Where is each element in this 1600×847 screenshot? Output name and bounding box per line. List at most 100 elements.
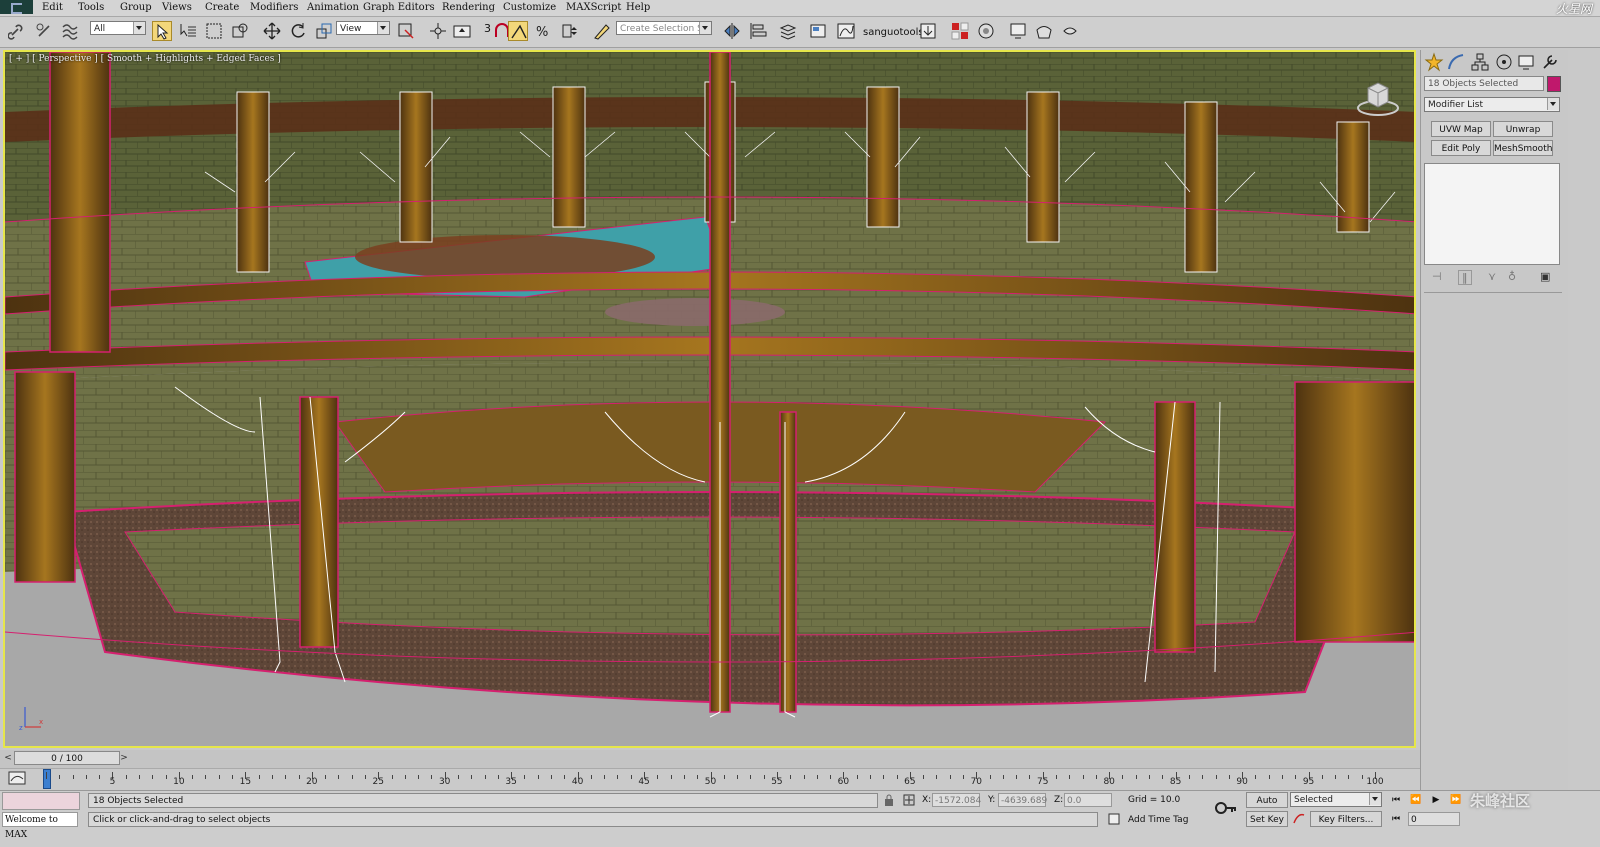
svg-text:z: z: [19, 724, 23, 732]
modifier-list-dropdown[interactable]: Modifier List: [1424, 97, 1560, 112]
set-key-button[interactable]: Set Key: [1246, 811, 1288, 827]
custom-toolbar-label[interactable]: sanguotools: [863, 27, 924, 38]
set-key-icon[interactable]: [1214, 798, 1238, 818]
ref-coord-dropdown[interactable]: View: [336, 21, 390, 35]
utilities-tab-icon[interactable]: [1540, 52, 1560, 72]
angle-snap-icon[interactable]: [508, 21, 528, 41]
remove-modifier-icon[interactable]: ♁: [1508, 270, 1516, 283]
lock-selection-icon[interactable]: [882, 793, 896, 807]
z-coord-field[interactable]: 0.0: [1064, 793, 1112, 807]
viewcube-icon[interactable]: [1356, 78, 1400, 118]
rotate-icon[interactable]: [288, 21, 308, 41]
menu-modifiers[interactable]: Modifiers: [250, 1, 298, 14]
y-coord-field[interactable]: -4639.689: [998, 793, 1047, 807]
menu-edit[interactable]: Edit: [42, 1, 63, 14]
edit-named-selection-icon[interactable]: [592, 21, 612, 41]
menu-customize[interactable]: Customize: [503, 1, 556, 14]
object-color-swatch[interactable]: [1547, 76, 1561, 92]
key-filters-button[interactable]: Key Filters...: [1310, 811, 1382, 827]
maxscript-mini-listener[interactable]: [2, 792, 80, 810]
transform-mode-icon[interactable]: [902, 793, 916, 807]
viewport-label[interactable]: [ + ] [ Perspective ] [ Smooth + Highlig…: [9, 54, 281, 64]
menu-create[interactable]: Create: [205, 1, 239, 14]
edit-poly-button[interactable]: Edit Poly: [1431, 140, 1491, 156]
keyboard-shortcut-icon[interactable]: [452, 21, 472, 41]
add-time-tag[interactable]: Add Time Tag: [1128, 815, 1188, 825]
menu-maxscript[interactable]: MAXScript: [566, 1, 621, 14]
make-unique-icon[interactable]: ⋎: [1488, 270, 1496, 283]
quick-render-icon[interactable]: [1034, 21, 1054, 41]
default-tangent-icon[interactable]: [1292, 811, 1306, 825]
rect-selection-icon[interactable]: [204, 21, 224, 41]
app-menu-icon[interactable]: [0, 0, 33, 14]
menu-graph-editors[interactable]: Graph Editors: [363, 1, 435, 14]
bind-spacewarp-icon[interactable]: [60, 21, 80, 41]
scale-icon[interactable]: [314, 21, 334, 41]
time-tag-icon[interactable]: [1108, 813, 1120, 825]
percent-snap-icon[interactable]: %: [534, 21, 554, 41]
next-frame-arrow[interactable]: >: [118, 751, 130, 765]
select-manipulate-icon[interactable]: [428, 21, 448, 41]
material-editor-icon[interactable]: [950, 21, 970, 41]
curve-editor-icon[interactable]: [836, 21, 856, 41]
render-frame-icon[interactable]: [1008, 21, 1028, 41]
modifier-stack-list[interactable]: [1424, 163, 1560, 265]
mini-curve-editor-icon[interactable]: [8, 771, 26, 785]
current-frame-field[interactable]: 0: [1408, 812, 1460, 826]
activeshade-icon[interactable]: [1060, 21, 1080, 41]
named-selection-dropdown[interactable]: Create Selection Se: [616, 21, 712, 35]
menu-group[interactable]: Group: [120, 1, 152, 14]
menu-help[interactable]: Help: [626, 1, 650, 14]
play-icon[interactable]: ▶: [1428, 793, 1444, 807]
key-mode-toggle-icon[interactable]: ⏮: [1388, 812, 1404, 826]
menu-rendering[interactable]: Rendering: [442, 1, 495, 14]
modify-tab-icon[interactable]: [1446, 52, 1466, 72]
menu-views[interactable]: Views: [162, 1, 192, 14]
align-icon[interactable]: [748, 21, 768, 41]
configure-sets-icon[interactable]: ▣: [1540, 270, 1550, 283]
scene-render[interactable]: [5, 52, 1416, 748]
menu-animation[interactable]: Animation: [307, 1, 359, 14]
graphite-tools-icon[interactable]: [808, 21, 828, 41]
welcome-field[interactable]: Welcome to MAX: [2, 812, 78, 840]
time-slider-handle[interactable]: 0 / 100: [14, 751, 120, 765]
timeline-tick: [298, 775, 300, 779]
snap-toggle-value[interactable]: 3: [484, 22, 491, 35]
pin-stack-icon[interactable]: ⊣: [1432, 270, 1442, 283]
layer-manager-icon[interactable]: [778, 21, 798, 41]
uvw-map-button[interactable]: UVW Map: [1431, 121, 1491, 137]
pivot-center-icon[interactable]: [396, 21, 416, 41]
spinner-snap-icon[interactable]: [560, 21, 580, 41]
display-tab-icon[interactable]: [1516, 52, 1536, 72]
perspective-viewport[interactable]: [ + ] [ Perspective ] [ Smooth + Highlig…: [3, 50, 1416, 748]
prev-frame-arrow[interactable]: <: [2, 751, 14, 765]
hierarchy-tab-icon[interactable]: [1470, 52, 1490, 72]
create-tab-icon[interactable]: [1424, 52, 1444, 72]
x-coord-field[interactable]: -1572.084: [932, 793, 981, 807]
prev-key-icon[interactable]: ⏪: [1408, 793, 1424, 807]
z-coord-label: Z:: [1054, 795, 1064, 805]
selection-filter-dropdown[interactable]: All: [90, 21, 146, 35]
mirror-icon[interactable]: [722, 21, 742, 41]
menu-tools[interactable]: Tools: [78, 1, 104, 14]
goto-start-icon[interactable]: ⏮: [1388, 793, 1404, 807]
next-key-icon[interactable]: ⏩: [1448, 793, 1464, 807]
current-frame-marker[interactable]: [43, 769, 51, 789]
unwrap-uvw-button[interactable]: Unwrap UVW: [1493, 121, 1553, 151]
select-by-name-icon[interactable]: [178, 21, 198, 41]
key-mode-dropdown[interactable]: Selected: [1290, 792, 1382, 807]
motion-tab-icon[interactable]: [1494, 52, 1514, 72]
move-icon[interactable]: [262, 21, 282, 41]
timeline-tick-label: 80: [1103, 777, 1115, 787]
render-setup-icon[interactable]: [976, 21, 996, 41]
window-crossing-icon[interactable]: [230, 21, 250, 41]
object-name-field[interactable]: 18 Objects Selected: [1424, 76, 1544, 91]
meshsmooth-button[interactable]: MeshSmooth: [1493, 140, 1553, 156]
unlink-icon[interactable]: [34, 21, 54, 41]
auto-key-button[interactable]: Auto Key: [1246, 792, 1288, 822]
timeline-tick: [1029, 775, 1031, 779]
select-link-icon[interactable]: [7, 21, 28, 41]
save-file-icon[interactable]: [918, 21, 938, 41]
select-object-icon[interactable]: [152, 21, 172, 41]
show-end-result-icon[interactable]: ‖: [1458, 270, 1472, 285]
